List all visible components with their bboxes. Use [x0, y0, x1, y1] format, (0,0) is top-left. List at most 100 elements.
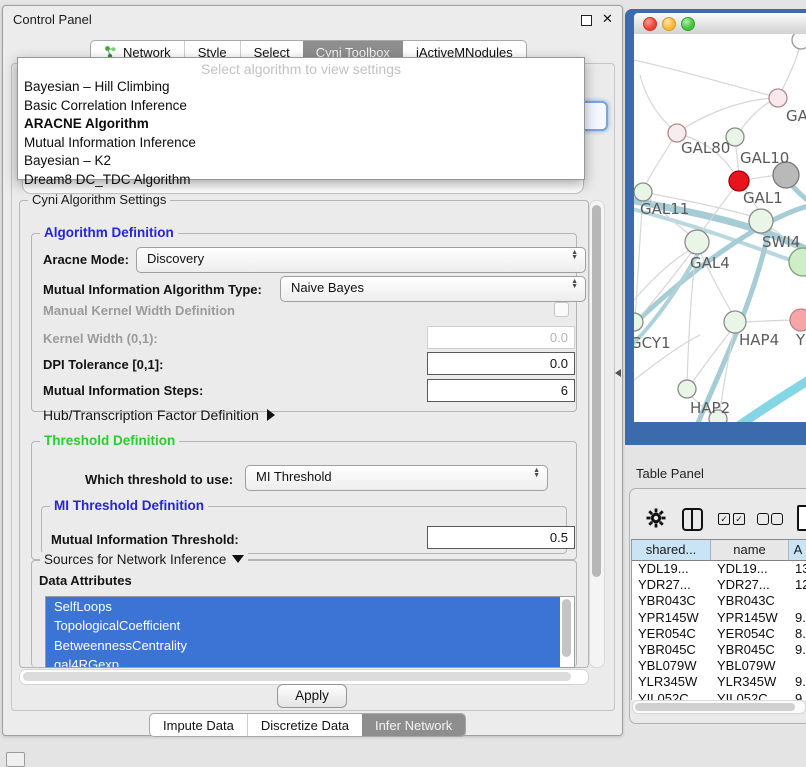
table-row[interactable]: YLR345WYLR345W9. [632, 674, 806, 690]
table-cell: YDL19... [717, 561, 788, 577]
attribute-item-selected[interactable]: gal4RGexp [46, 655, 560, 668]
table-row[interactable]: YDR27...YDR27...12 [632, 577, 806, 593]
network-node[interactable] [792, 34, 806, 49]
mi-algorithm-type-value: Naive Bayes [291, 280, 364, 295]
node-label: GAL [786, 107, 806, 125]
table-row[interactable]: YDL19...YDL19...13 [632, 561, 806, 577]
node-label: GCY1 [634, 334, 671, 352]
algorithm-option[interactable]: Mutual Information Inference [18, 134, 584, 153]
node-label: GAL4 [690, 254, 730, 272]
network-node[interactable] [749, 209, 773, 233]
which-threshold-select[interactable]: MI Threshold ▲▼ [245, 465, 548, 491]
tab-label: Impute Data [163, 718, 234, 733]
table-row[interactable]: YER054CYER054C8. [632, 626, 806, 642]
unchecked-checkbox-icon[interactable] [771, 513, 783, 525]
network-node[interactable] [789, 248, 806, 276]
tab-discretize-data[interactable]: Discretize Data [247, 714, 362, 736]
algorithm-option[interactable]: Dream8 DC_TDC Algorithm [18, 171, 584, 190]
table-cell: YBR043C [638, 593, 710, 609]
network-node[interactable] [678, 380, 696, 398]
network-edge[interactable] [640, 75, 677, 133]
apply-button[interactable]: Apply [277, 684, 347, 708]
algorithm-option[interactable]: Basic Correlation Inference [18, 97, 584, 116]
network-canvas[interactable]: GALGAL80GAL10GAL1GAL11SWI4GAL4GCY1HAP4YH… [634, 34, 806, 422]
checked-checkbox-icon[interactable]: ✓ [733, 513, 745, 525]
checked-checkbox-icon[interactable]: ✓ [718, 513, 730, 525]
algorithm-option[interactable]: ARACNE Algorithm [18, 115, 584, 134]
hub-label: Hub/Transcription Factor Definition [43, 407, 259, 423]
network-node[interactable] [685, 230, 709, 254]
float-window-icon[interactable] [581, 15, 592, 26]
attribute-item-selected[interactable]: SelfLoops [46, 597, 560, 616]
table-cell: YIL052C [717, 691, 788, 700]
node-label: Y [795, 331, 806, 349]
network-node[interactable] [724, 311, 746, 333]
attribute-item-selected[interactable]: TopologicalCoefficient [46, 616, 560, 635]
threshold-definition-title: Threshold Definition [40, 433, 179, 448]
algorithm-option[interactable]: Bayesian – Hill Climbing [18, 78, 584, 97]
minimized-panel-icon[interactable] [6, 752, 25, 767]
dpi-tolerance-field[interactable]: 0.0 [427, 352, 575, 375]
manual-kernel-width-label: Manual Kernel Width Definition [43, 303, 235, 318]
document-icon[interactable] [797, 505, 806, 531]
column-header-1[interactable]: shared... [632, 540, 711, 561]
expand-right-triangle-icon [267, 409, 275, 421]
network-window-titlebar[interactable] [634, 13, 806, 35]
table-row[interactable]: YBR045CYBR045C9. [632, 642, 806, 658]
list-scrollbar[interactable] [560, 597, 573, 665]
sources-title[interactable]: Sources for Network Inference [40, 552, 248, 567]
minimize-traffic-light-icon[interactable] [662, 17, 676, 31]
mouse-cursor [615, 369, 621, 377]
node-label: GAL10 [740, 149, 789, 167]
node-label: HAP2 [690, 399, 730, 417]
hub-transcription-factor-expander[interactable]: Hub/Transcription Factor Definition [43, 407, 275, 423]
mi-algorithm-type-select[interactable]: Naive Bayes ▲▼ [280, 276, 586, 302]
table-cell: YER054C [717, 626, 788, 642]
bottom-tabs: Impute Data Discretize DataInfer Network [149, 713, 466, 737]
table-cell: 9 [795, 691, 806, 700]
network-node[interactable] [634, 183, 652, 201]
network-edge[interactable] [636, 245, 697, 322]
network-node[interactable] [729, 171, 749, 191]
table-horizontal-scrollbar[interactable] [632, 700, 806, 714]
manual-kernel-width-checkbox[interactable] [554, 302, 569, 317]
kernel-width-field[interactable]: 0.0 [427, 326, 575, 349]
mi-threshold-label: Mutual Information Threshold: [51, 532, 239, 547]
settings-vertical-scrollbar[interactable] [589, 200, 605, 668]
table-row[interactable]: YIL052CYIL052C9 [632, 691, 806, 700]
network-edge[interactable] [643, 133, 677, 190]
mi-threshold-field[interactable]: 0.5 [427, 526, 575, 549]
table-row[interactable]: YPR145WYPR145W9. [632, 610, 806, 626]
settings-horizontal-scrollbar[interactable] [19, 669, 589, 685]
node-table[interactable]: shared...nameAYDL19...YDL19...13YDR27...… [631, 539, 806, 700]
table-cell: YBL079W [638, 658, 710, 674]
attribute-item-selected[interactable]: BetweennessCentrality [46, 636, 560, 655]
close-icon[interactable]: ✕ [602, 11, 613, 27]
table-cell: YPR145W [638, 610, 710, 626]
table-cell: YBR045C [638, 642, 710, 658]
unchecked-checkbox-icon[interactable] [757, 513, 769, 525]
collapse-down-triangle-icon [232, 555, 244, 563]
gear-icon[interactable] [646, 508, 666, 528]
mi-algorithm-type-label: Mutual Information Algorithm Type: [43, 282, 262, 297]
network-edge[interactable] [677, 98, 778, 133]
network-edge[interactable] [733, 378, 806, 422]
split-columns-icon[interactable] [682, 508, 703, 531]
column-header-2[interactable]: name [711, 540, 789, 561]
network-node[interactable] [790, 309, 806, 331]
table-row[interactable]: YBL079WYBL079W [632, 658, 806, 674]
network-node[interactable] [769, 89, 787, 107]
column-header-3[interactable]: A [789, 540, 806, 561]
table-row[interactable]: YBR043CYBR043C [632, 593, 806, 609]
tab-infer-network[interactable]: Infer Network [362, 714, 465, 736]
mi-steps-field[interactable]: 6 [427, 379, 575, 402]
data-attributes-list[interactable]: SelfLoopsTopologicalCoefficientBetweenne… [45, 596, 575, 668]
close-traffic-light-icon[interactable] [643, 17, 657, 31]
network-edge[interactable] [745, 320, 797, 322]
network-edge[interactable] [634, 60, 772, 96]
zoom-traffic-light-icon[interactable] [681, 17, 695, 31]
tab-impute-data[interactable]: Impute Data [150, 714, 247, 736]
aracne-mode-select[interactable]: Discovery ▲▼ [136, 247, 586, 273]
algorithm-option[interactable]: Bayesian – K2 [18, 152, 584, 171]
table-panel-title: Table Panel [636, 466, 704, 481]
